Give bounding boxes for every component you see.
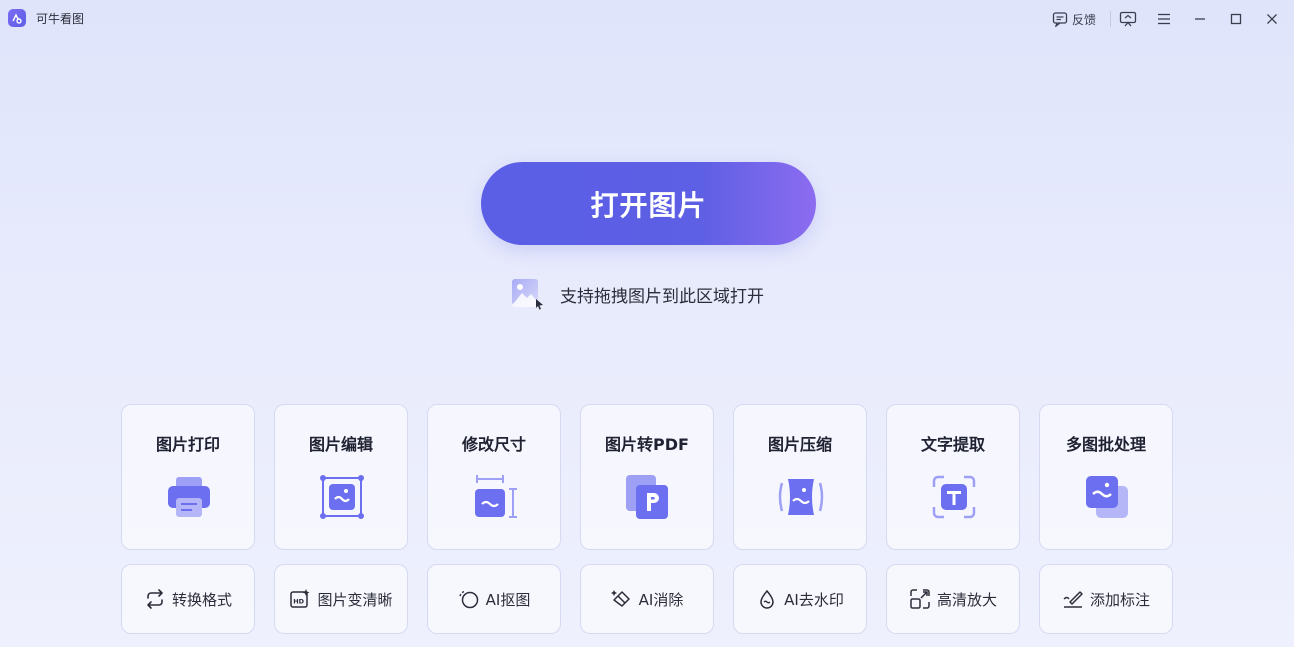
- close-button[interactable]: [1260, 7, 1284, 31]
- card-text-extract[interactable]: 文字提取: [886, 404, 1020, 550]
- convert-icon: [147, 589, 163, 609]
- drag-image-icon: [512, 279, 543, 310]
- app-logo-icon: [8, 9, 26, 27]
- tool-ai-erase[interactable]: AI消除: [580, 564, 714, 634]
- card-print[interactable]: 图片打印: [121, 404, 255, 550]
- feedback-icon: [1052, 12, 1068, 27]
- card-resize[interactable]: 修改尺寸: [427, 404, 561, 550]
- tool-label: 添加标注: [1089, 590, 1150, 609]
- card-title: 多图批处理: [1065, 435, 1146, 454]
- tool-label: AI消除: [638, 590, 684, 609]
- maximize-button[interactable]: [1224, 7, 1248, 31]
- feedback-label: 反馈: [1071, 12, 1096, 27]
- batch-icon: [1086, 476, 1128, 518]
- tool-label: 高清放大: [936, 590, 997, 609]
- tool-label: AI去水印: [784, 590, 844, 609]
- enlarge-icon: [910, 589, 930, 609]
- tool-annotate[interactable]: 添加标注: [1039, 564, 1173, 634]
- titlebar-divider: [1110, 11, 1111, 27]
- card-to-pdf[interactable]: 图片转PDF: [580, 404, 714, 550]
- card-title: 图片编辑: [308, 435, 373, 454]
- maximize-icon: [1230, 13, 1242, 25]
- app-title: 可牛看图: [36, 12, 85, 26]
- printer-icon: [168, 477, 210, 517]
- text-extract-icon: [932, 475, 976, 519]
- title-bar: 可牛看图 反馈: [0, 0, 1294, 38]
- tool-ai-watermark[interactable]: AI去水印: [733, 564, 867, 634]
- card-title: 图片打印: [155, 435, 220, 454]
- hd-icon: HD: [290, 589, 310, 608]
- compress-icon: [778, 479, 824, 515]
- resize-icon: [475, 475, 517, 518]
- card-title: 修改尺寸: [461, 435, 526, 454]
- tool-hd-enlarge[interactable]: 高清放大: [886, 564, 1020, 634]
- annotate-icon: [1063, 591, 1083, 608]
- cast-button[interactable]: [1116, 7, 1140, 31]
- open-image-button[interactable]: 打开图片: [481, 162, 816, 245]
- menu-icon: [1158, 13, 1170, 25]
- card-title: 文字提取: [920, 435, 985, 454]
- card-title: 图片压缩: [767, 435, 832, 454]
- drop-hint-text: 支持拖拽图片到此区域打开: [560, 286, 764, 307]
- drop-zone-hint: 支持拖拽图片到此区域打开: [510, 276, 764, 312]
- screen-cast-icon: [1119, 11, 1137, 27]
- tool-hd[interactable]: HD 图片变清晰: [274, 564, 408, 634]
- eraser-icon: [610, 590, 630, 607]
- watermark-remove-icon: [760, 589, 774, 609]
- cutout-icon: [458, 590, 478, 609]
- svg-text:HD: HD: [294, 598, 305, 606]
- feedback-button[interactable]: 反馈: [1048, 7, 1100, 31]
- card-edit[interactable]: 图片编辑: [274, 404, 408, 550]
- image-edit-icon: [320, 475, 364, 519]
- tool-convert-format[interactable]: 转换格式: [121, 564, 255, 634]
- card-title: 图片转PDF: [605, 435, 689, 454]
- close-icon: [1267, 14, 1277, 24]
- tool-label: 转换格式: [171, 590, 232, 609]
- tool-label: 图片变清晰: [317, 590, 393, 609]
- minimize-icon: [1195, 18, 1205, 20]
- tool-label: AI抠图: [485, 590, 531, 609]
- menu-button[interactable]: [1152, 7, 1176, 31]
- pdf-icon: [626, 475, 668, 519]
- card-batch[interactable]: 多图批处理: [1039, 404, 1173, 550]
- card-compress[interactable]: 图片压缩: [733, 404, 867, 550]
- tool-ai-cutout[interactable]: AI抠图: [427, 564, 561, 634]
- minimize-button[interactable]: [1188, 7, 1212, 31]
